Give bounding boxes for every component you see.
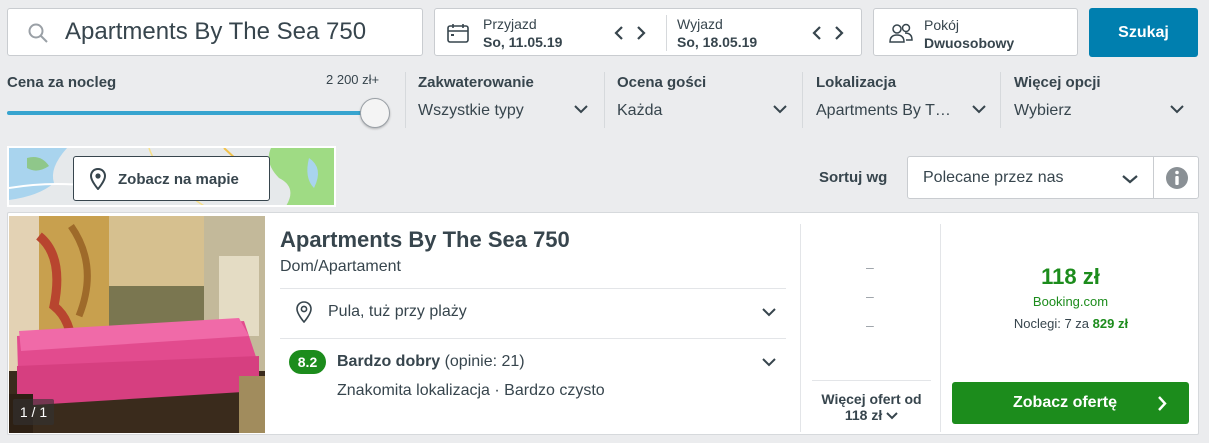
more-offers-price-row: 118 zł [812, 407, 931, 423]
sort-info-button[interactable] [1153, 156, 1199, 199]
accommodation-filter[interactable]: Zakwaterowanie Wszystkie typy [418, 70, 590, 128]
column-divider [800, 224, 801, 432]
best-price[interactable]: 118 zł [1013, 264, 1128, 290]
more-offers-label: Więcej ofert od [821, 391, 922, 407]
room-label: Pokój [924, 17, 960, 33]
rating-filter[interactable]: Ocena gości Każda [617, 70, 789, 128]
chevron-down-icon [972, 105, 986, 114]
search-button[interactable]: Szukaj [1089, 8, 1198, 57]
column-divider [940, 224, 941, 432]
nights-total-price: 829 zł [1092, 316, 1129, 331]
rating-summary: Bardzo dobry (opinie: 21) [337, 353, 525, 371]
more-options-label: Więcej opcji [1014, 74, 1101, 91]
chevron-down-icon[interactable] [762, 357, 776, 367]
location-filter-label: Lokalizacja [816, 74, 897, 91]
photo-counter: 1 / 1 [13, 399, 54, 425]
chevron-right-icon[interactable] [833, 25, 845, 41]
filter-divider [405, 72, 406, 128]
accommodation-filter-label: Zakwaterowanie [418, 74, 534, 91]
room-selector[interactable]: Pokój Dwuosobowy [873, 8, 1078, 56]
checkin-arrows[interactable] [613, 21, 647, 47]
row-divider [280, 338, 786, 339]
more-options-filter[interactable]: Więcej opcji Wybierz [1014, 70, 1186, 128]
chevron-left-icon[interactable] [811, 25, 823, 41]
filter-divider [802, 72, 803, 128]
chevron-down-icon [773, 105, 787, 114]
checkin-field[interactable]: Przyjazd So, 11.05.19 [435, 9, 666, 55]
hotel-location: Pula, tuż przy plaży [328, 303, 467, 320]
rating-filter-value: Każda [617, 102, 663, 119]
destination-search-input[interactable]: Apartments By The Sea 750 [7, 8, 423, 56]
map-pin-icon [90, 168, 106, 190]
price-provider[interactable]: Booking.com [1013, 294, 1128, 309]
sort-value: Polecane przez nas [923, 169, 1064, 186]
nights-prefix: Noclegi: 7 za [1013, 316, 1090, 331]
chevron-down-icon [886, 412, 898, 420]
price-max-value: 2 200 zł+ [326, 72, 380, 87]
view-on-map-button[interactable]: Zobacz na mapie [73, 156, 270, 201]
checkout-value: So, 18.05.19 [677, 34, 758, 50]
alt-price: – [866, 259, 874, 275]
rating-label: Bardzo dobry [337, 353, 441, 370]
chevron-down-icon [574, 105, 588, 114]
more-options-value: Wybierz [1014, 102, 1072, 119]
rating-reviews: (opinie: 21) [444, 353, 525, 370]
rating-filter-label: Ocena gości [617, 74, 707, 91]
price-slider-handle[interactable] [360, 98, 390, 128]
nights-total: Noclegi: 7 za 829 zł [985, 316, 1157, 331]
sort-dropdown[interactable]: Polecane przez nas [907, 156, 1154, 199]
chevron-down-icon [1122, 175, 1138, 184]
hotel-type: Dom/Apartament [280, 258, 401, 275]
alt-price: – [866, 317, 874, 333]
filter-divider [604, 72, 605, 128]
more-offers-button[interactable]: Więcej ofert od 118 zł [812, 380, 931, 432]
location-filter-value: Apartments By T… [816, 102, 951, 119]
rating-details: Znakomita lokalizacja · Bardzo czysto [337, 382, 605, 399]
chevron-down-icon [1170, 105, 1184, 114]
alt-price: – [866, 288, 874, 304]
view-offer-button[interactable]: Zobacz ofertę [952, 382, 1189, 424]
checkin-value: So, 11.05.19 [483, 34, 563, 50]
checkout-arrows[interactable] [811, 21, 845, 47]
view-offer-label: Zobacz ofertę [1013, 394, 1118, 411]
date-picker[interactable]: Przyjazd So, 11.05.19 Wyjazd So, 18.05.1… [434, 8, 862, 56]
accommodation-filter-value: Wszystkie typy [418, 102, 524, 119]
price-slider-track[interactable] [7, 111, 375, 115]
price-filter-label: Cena za nocleg [7, 74, 117, 91]
location-pin-icon [296, 301, 312, 323]
guests-icon [889, 23, 913, 43]
view-on-map-label: Zobacz na mapie [118, 171, 239, 188]
filter-divider [1000, 72, 1001, 128]
checkout-field[interactable]: Wyjazd So, 18.05.19 [667, 9, 862, 55]
info-icon [1166, 167, 1188, 189]
chevron-left-icon[interactable] [613, 25, 625, 41]
checkout-label: Wyjazd [677, 16, 723, 32]
chevron-right-icon [1158, 396, 1167, 411]
hotel-name[interactable]: Apartments By The Sea 750 [280, 227, 570, 253]
row-divider [280, 288, 786, 289]
chevron-down-icon[interactable] [762, 307, 776, 317]
search-query: Apartments By The Sea 750 [65, 18, 367, 45]
rating-score-badge: 8.2 [289, 350, 326, 374]
chevron-right-icon[interactable] [635, 25, 647, 41]
room-value: Dwuosobowy [924, 35, 1015, 51]
more-offers-price: 118 zł [844, 407, 883, 423]
search-icon [28, 23, 48, 43]
location-filter[interactable]: Lokalizacja Apartments By T… [816, 70, 988, 128]
sort-label: Sortuj wg [819, 169, 888, 186]
checkin-label: Przyjazd [483, 16, 537, 32]
